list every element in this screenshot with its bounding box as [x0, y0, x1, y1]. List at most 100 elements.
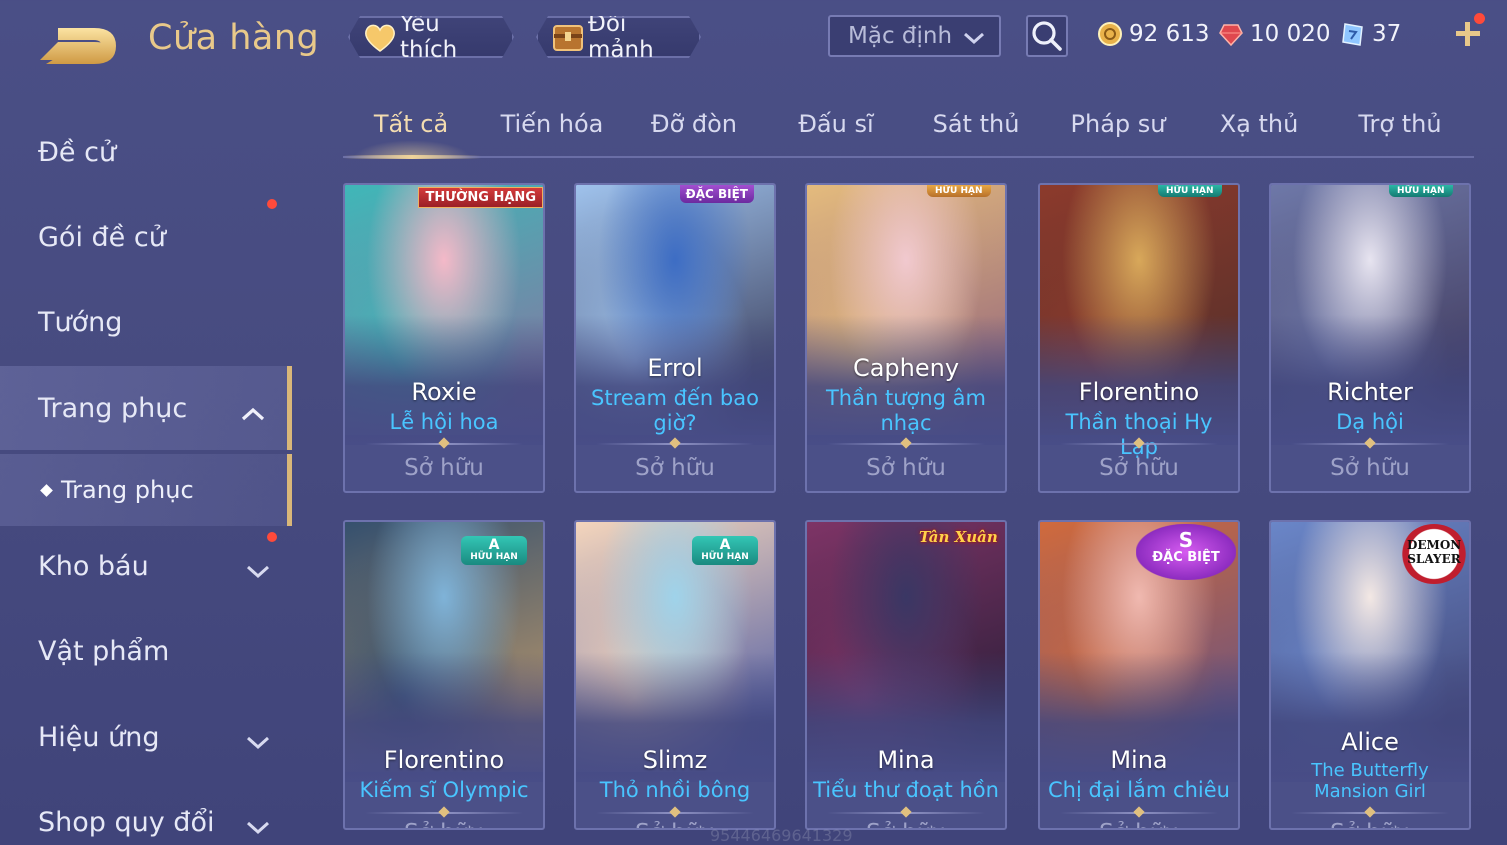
favorites-button[interactable]: Yêu thích — [348, 16, 514, 58]
tab-tank[interactable]: Đỡ đòn — [626, 110, 762, 138]
sidebar-item-effects[interactable]: Hiệu ứng — [0, 695, 292, 779]
sidebar-item-label: Trang phục — [38, 392, 188, 424]
tab-assassin[interactable]: Sát thủ — [908, 110, 1044, 138]
skin-card[interactable]: THƯỜNG HẠNG Roxie Lễ hội hoa Sở hữu — [343, 183, 545, 493]
skin-card[interactable]: AHỮU HẠN Florentino Kiếm sĩ Olympic Sở h… — [343, 520, 545, 830]
rarity-badge: HỮU HẠN — [1389, 185, 1453, 197]
skin-card[interactable]: HỮU HẠN Capheny Thần tượng âm nhạc Sở hữ… — [805, 183, 1007, 493]
heart-icon — [362, 20, 398, 54]
owned-status: Sở hữu — [345, 820, 543, 828]
sidebar-item-exchange-shop[interactable]: Shop quy đổi — [0, 780, 292, 845]
notification-dot — [267, 199, 277, 209]
tab-mage[interactable]: Pháp sư — [1050, 110, 1186, 138]
hero-name: Capheny — [852, 354, 960, 382]
sidebar-item-items[interactable]: Vật phẩm — [0, 609, 292, 693]
gold-coin-icon — [1097, 21, 1123, 47]
owned-status: Sở hữu — [635, 455, 715, 481]
page-title: Cửa hàng — [148, 18, 320, 58]
hero-name: Florentino — [383, 746, 505, 774]
search-button[interactable] — [1026, 15, 1068, 57]
sort-value: Mặc định — [848, 23, 953, 49]
skin-card[interactable]: DEMON SLAYER Alice The Butterfly Mansion… — [1269, 520, 1471, 830]
divider-diamond-icon — [1364, 806, 1376, 818]
divider-diamond-icon — [438, 806, 450, 818]
sidebar-subitem-label: Trang phục — [61, 476, 194, 504]
rarity-badge: ĐẶC BIỆT — [679, 185, 754, 203]
owned-status: Sở hữu — [1040, 820, 1238, 828]
ruby-gem-icon — [1218, 21, 1244, 47]
tab-support[interactable]: Trợ thủ — [1332, 110, 1468, 138]
voucher-balance: 37 — [1340, 18, 1401, 50]
ruby-amount: 10 020 — [1250, 21, 1331, 47]
chevron-down-icon — [246, 812, 270, 835]
collab-logo-badge: DEMON SLAYER — [1401, 524, 1467, 584]
hero-name: Florentino — [1078, 378, 1200, 406]
skin-card[interactable]: ĐẶC BIỆT Errol Stream đến bao giờ? Sở hữ… — [574, 183, 776, 493]
diamond-bullet-icon — [40, 483, 53, 497]
chevron-down-icon — [246, 556, 270, 579]
skin-name: Lễ hội hoa — [389, 410, 499, 434]
skin-card[interactable]: Tân Xuân Mina Tiểu thư đoạt hồn Sở hữu — [805, 520, 1007, 830]
active-tab-underline — [343, 155, 481, 159]
gold-amount: 92 613 — [1129, 21, 1210, 47]
skin-name: Dạ hội — [1336, 410, 1404, 434]
skin-name: Kiếm sĩ Olympic — [359, 778, 529, 802]
back-arrow-icon[interactable] — [36, 20, 118, 64]
sidebar-item-label: Đề cử — [38, 136, 117, 168]
ruby-balance: 10 020 — [1218, 18, 1330, 50]
skin-card[interactable]: AHỮU HẠN Slimz Thỏ nhồi bông Sở hữu — [574, 520, 776, 830]
fragments-label: Đổi mảnh — [588, 11, 654, 63]
sidebar: Đề cử Gói đề cử Tướng Trang phục Trang p… — [0, 100, 292, 845]
skin-name: Thần thoại Hy Lạp — [1065, 410, 1213, 459]
gold-balance: 92 613 — [1097, 18, 1209, 50]
sidebar-item-treasure[interactable]: Kho báu — [0, 524, 292, 608]
favorites-label: Yêu thích — [400, 11, 458, 63]
sidebar-item-heroes[interactable]: Tướng — [0, 280, 292, 364]
skin-card[interactable]: SĐẶC BIỆT Mina Chị đại lắm chiêu Sở hữu — [1038, 520, 1240, 830]
sort-dropdown[interactable]: Mặc định — [828, 15, 1001, 57]
skin-name: Thỏ nhồi bông — [599, 778, 751, 802]
tab-marksman[interactable]: Xạ thủ — [1191, 110, 1327, 138]
sidebar-subitem-skins[interactable]: Trang phục — [0, 454, 292, 526]
sidebar-item-skins[interactable]: Trang phục — [0, 366, 292, 450]
sidebar-item-recommended[interactable]: Đề cử — [0, 110, 292, 194]
sidebar-item-label: Vật phẩm — [38, 635, 170, 667]
skin-name: Thần tượng âm nhạc — [825, 386, 987, 435]
skin-name: Stream đến bao giờ? — [591, 386, 759, 435]
skin-name: The Butterfly Mansion Girl — [1311, 760, 1429, 802]
owned-status: Sở hữu — [1271, 820, 1469, 828]
divider-diamond-icon — [1133, 806, 1145, 818]
treasure-chest-icon — [550, 20, 586, 54]
rarity-badge: A HỮU HẠN — [692, 536, 758, 565]
hero-name: Roxie — [411, 378, 477, 406]
sidebar-item-label: Kho báu — [38, 550, 149, 582]
search-icon — [1032, 21, 1062, 51]
tab-evolution[interactable]: Tiến hóa — [484, 110, 620, 138]
divider-diamond-icon — [900, 806, 912, 818]
voucher-icon — [1340, 21, 1366, 47]
skin-card[interactable]: HỮU HẠN Florentino Thần thoại Hy Lạp Sở … — [1038, 183, 1240, 493]
lunar-new-year-badge: Tân Xuân — [919, 528, 998, 546]
rarity-badge: HỮU HẠN — [927, 185, 991, 197]
sidebar-item-label: Tướng — [38, 306, 123, 338]
skin-name: Tiểu thư đoạt hồn — [813, 778, 999, 802]
sidebar-item-label: Shop quy đổi — [38, 806, 215, 838]
divider-diamond-icon — [669, 806, 681, 818]
owned-status: Sở hữu — [404, 455, 484, 481]
hero-name: Richter — [1327, 378, 1413, 406]
tab-fighter[interactable]: Đấu sĩ — [768, 110, 904, 138]
rarity-badge: S ĐẶC BIỆT — [1136, 524, 1236, 580]
tab-all[interactable]: Tất cả — [343, 110, 479, 138]
hero-name: Errol — [647, 354, 703, 382]
sidebar-item-recommended-bundles[interactable]: Gói đề cử — [0, 195, 292, 279]
voucher-amount: 37 — [1372, 21, 1402, 47]
notification-dot — [1474, 13, 1485, 24]
fragments-exchange-button[interactable]: Đổi mảnh — [536, 16, 701, 58]
hero-name: Slimz — [642, 746, 708, 774]
chevron-down-icon — [963, 27, 985, 45]
hero-name: Alice — [1341, 728, 1399, 756]
owned-status: Sở hữu — [1099, 455, 1179, 481]
owned-status: Sở hữu — [1330, 455, 1410, 481]
rarity-badge: THƯỜNG HẠNG — [418, 187, 543, 208]
skin-card[interactable]: HỮU HẠN Richter Dạ hội Sở hữu — [1269, 183, 1471, 493]
